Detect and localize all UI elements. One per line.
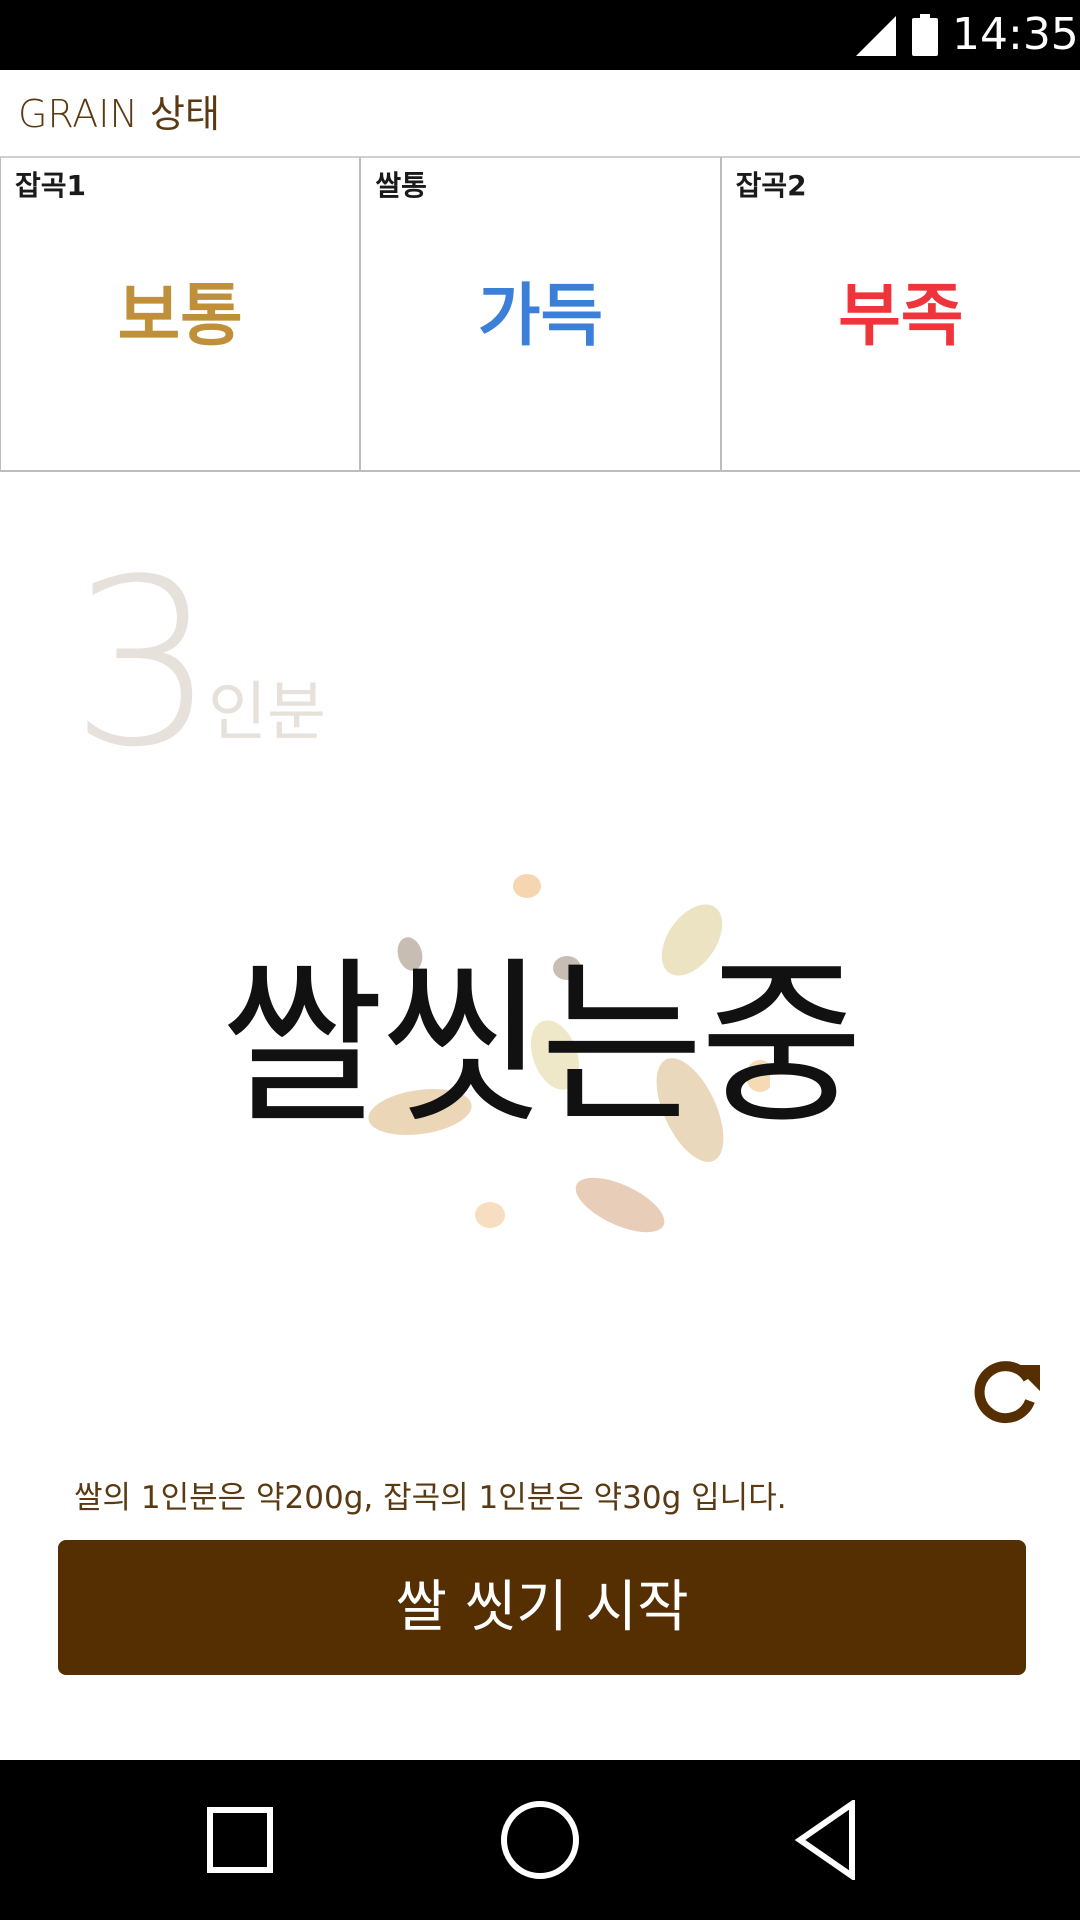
wash-status-text: 쌀씻는중 (220, 941, 863, 1148)
grain-shape (475, 1202, 505, 1228)
grain-shape (575, 1177, 665, 1233)
grain-level: 가득 (477, 277, 604, 356)
grain-cell-mixed-2[interactable]: 잡곡2 부족 (722, 157, 1080, 470)
battery-icon (912, 14, 938, 56)
grain-level: 보통 (117, 277, 243, 356)
recents-button[interactable] (160, 1760, 320, 1920)
portion-count: 3 (70, 531, 217, 798)
home-icon (501, 1801, 579, 1879)
recents-icon (207, 1807, 273, 1873)
grain-label: 쌀통 (375, 169, 427, 202)
grain-label: 잡곡1 (15, 169, 87, 202)
refresh-icon[interactable] (970, 1355, 1046, 1431)
status-clock: 14:35 (952, 9, 1079, 60)
app-header: GRAIN 상태 (0, 70, 1080, 158)
portion-info-text: 쌀의 1인분은 약200g, 잡곡의 1인분은 약30g 입니다. (74, 1480, 787, 1516)
page-title: GRAIN 상태 (18, 92, 220, 136)
back-button[interactable] (750, 1760, 910, 1920)
portion-unit: 인분 (208, 676, 326, 750)
grain-cell-mixed-1[interactable]: 잡곡1 보통 (1, 157, 362, 470)
signal-icon (856, 16, 896, 56)
back-icon (794, 1800, 855, 1880)
grain-level: 부족 (838, 277, 964, 356)
status-bar: 14:35 (0, 0, 1080, 70)
grain-shape (513, 874, 541, 898)
start-wash-button[interactable]: 쌀 씻기 시작 (58, 1540, 1026, 1675)
grain-cell-rice[interactable]: 쌀통 가득 (361, 157, 722, 470)
home-button[interactable] (460, 1760, 620, 1920)
system-nav-bar (0, 1760, 1080, 1920)
grain-status-grid: 잡곡1 보통 쌀통 가득 잡곡2 부족 (0, 157, 1080, 472)
grain-label: 잡곡2 (735, 169, 807, 202)
